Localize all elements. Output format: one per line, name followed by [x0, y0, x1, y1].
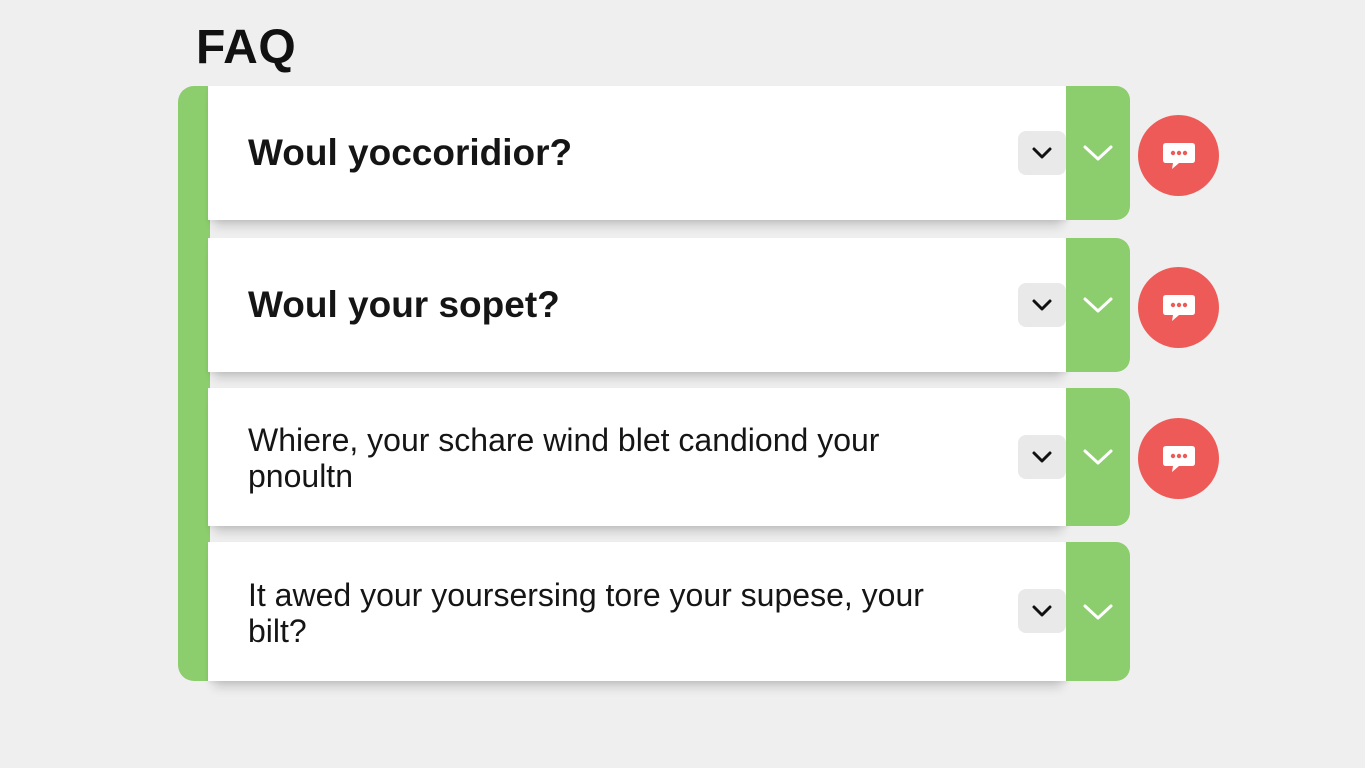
expand-toggle-button[interactable] [1018, 131, 1066, 175]
expand-tab-button[interactable] [1066, 542, 1130, 681]
chat-bubble-icon [1162, 142, 1195, 169]
faq-item[interactable]: It awed your yoursersing tore your supes… [208, 542, 1130, 681]
chevron-down-icon [1032, 451, 1052, 463]
chat-button[interactable] [1138, 115, 1219, 196]
expand-toggle-button[interactable] [1018, 435, 1066, 479]
expand-tab-button[interactable] [1066, 388, 1130, 526]
faq-question[interactable]: Whiere, your schare wind blet candiond y… [248, 388, 948, 526]
chat-button[interactable] [1138, 418, 1219, 499]
faq-question-text: Woul your sopet? [248, 284, 560, 325]
chat-bubble-icon [1162, 294, 1195, 321]
faq-question-text: Whiere, your schare wind blet candiond y… [248, 422, 880, 494]
faq-item[interactable]: Whiere, your schare wind blet candiond y… [208, 388, 1130, 526]
faq-page: FAQ Woul yoccoridior? Woul your sopet? W… [0, 0, 1365, 768]
faq-question[interactable]: Woul your sopet? [248, 238, 948, 372]
faq-accordion: Woul yoccoridior? Woul your sopet? Whier… [178, 86, 1130, 681]
faq-question-text: Woul yoccoridior? [248, 132, 573, 173]
faq-question[interactable]: It awed your yoursersing tore your supes… [248, 542, 948, 681]
chevron-down-icon [1032, 605, 1052, 617]
faq-item[interactable]: Woul your sopet? [208, 238, 1130, 372]
chevron-down-icon [1032, 299, 1052, 311]
chevron-down-icon [1083, 449, 1113, 465]
chevron-down-icon [1083, 604, 1113, 619]
expand-tab-button[interactable] [1066, 86, 1130, 220]
expand-toggle-button[interactable] [1018, 283, 1066, 327]
faq-item[interactable]: Woul yoccoridior? [208, 86, 1130, 220]
accent-rail [178, 86, 210, 681]
chat-bubble-icon [1162, 445, 1195, 472]
faq-question[interactable]: Woul yoccoridior? [248, 86, 948, 220]
chevron-down-icon [1083, 297, 1113, 313]
chevron-down-icon [1032, 147, 1052, 159]
expand-toggle-button[interactable] [1018, 589, 1066, 633]
page-title: FAQ [196, 21, 297, 74]
chevron-down-icon [1083, 145, 1113, 161]
faq-question-text: It awed your yoursersing tore your supes… [248, 576, 924, 649]
chat-button[interactable] [1138, 267, 1219, 348]
expand-tab-button[interactable] [1066, 238, 1130, 372]
